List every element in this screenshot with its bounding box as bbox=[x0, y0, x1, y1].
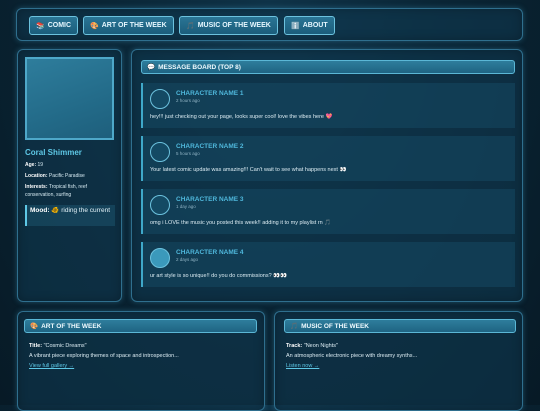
profile-sidebar: Coral Shimmer Age: 19 Location: Pacific … bbox=[17, 49, 122, 302]
art-piece-title: Title: "Cosmic Dreams" bbox=[29, 343, 87, 349]
profile-interests: Interests: Tropical fish, reef conservat… bbox=[25, 183, 117, 199]
mood-label: Mood: bbox=[30, 207, 50, 214]
commenter-name[interactable]: CHARACTER NAME 2 bbox=[176, 143, 244, 150]
profile-age: Age: 19 bbox=[25, 161, 117, 169]
commenter-name[interactable]: CHARACTER NAME 4 bbox=[176, 249, 244, 256]
nav-comic-button[interactable]: 📚 COMIC bbox=[29, 16, 79, 35]
mood-value: riding the current bbox=[61, 207, 110, 214]
music-note-icon: 🎵 bbox=[186, 22, 195, 30]
message-board-title: MESSAGE BOARD (TOP 8) bbox=[158, 63, 241, 71]
age-value: 19 bbox=[37, 162, 44, 168]
art-description: A vibrant piece exploring themes of spac… bbox=[29, 353, 179, 359]
view-gallery-link[interactable]: View full gallery → bbox=[29, 363, 74, 369]
commenter-name[interactable]: CHARACTER NAME 1 bbox=[176, 90, 244, 97]
nav-comic-label: COMIC bbox=[47, 22, 72, 29]
profile-location: Location: Pacific Paradise bbox=[25, 172, 117, 180]
music-note-icon: 🎵 bbox=[290, 323, 299, 330]
nav-music-button[interactable]: 🎵 MUSIC OF THE WEEK bbox=[179, 16, 278, 35]
location-value: Pacific Paradise bbox=[48, 173, 85, 179]
message-post: CHARACTER NAME 3 1 day ago omg i LOVE th… bbox=[141, 189, 515, 234]
message-post: CHARACTER NAME 4 2 days ago ur art style… bbox=[141, 242, 515, 287]
age-label: Age: bbox=[25, 162, 37, 168]
palette-icon: 🎨 bbox=[90, 22, 99, 30]
post-text: Your latest comic update was amazing!!! … bbox=[150, 167, 347, 173]
books-icon: 📚 bbox=[36, 22, 45, 30]
post-time: 5 hours ago bbox=[176, 151, 200, 156]
nav-bar: 📚 COMIC 🎨 ART OF THE WEEK 🎵 MUSIC OF THE… bbox=[16, 8, 523, 41]
info-icon: ℹ️ bbox=[291, 22, 300, 30]
nav-music-label: MUSIC OF THE WEEK bbox=[197, 22, 271, 29]
commenter-name[interactable]: CHARACTER NAME 3 bbox=[176, 196, 244, 203]
music-of-the-week-panel: 🎵 MUSIC OF THE WEEK Track: "Neon Nights"… bbox=[274, 311, 523, 411]
art-title-label: Title: bbox=[29, 343, 43, 349]
nav-about-button[interactable]: ℹ️ ABOUT bbox=[284, 16, 335, 35]
nav-art-label: ART OF THE WEEK bbox=[101, 22, 167, 29]
music-header: 🎵 MUSIC OF THE WEEK bbox=[284, 319, 516, 333]
track-value: "Neon Nights" bbox=[303, 343, 338, 349]
commenter-avatar[interactable] bbox=[150, 142, 170, 162]
commenter-avatar[interactable] bbox=[150, 195, 170, 215]
nav-art-button[interactable]: 🎨 ART OF THE WEEK bbox=[83, 16, 174, 35]
message-post: CHARACTER NAME 1 2 hours ago hey!!! just… bbox=[141, 83, 515, 128]
music-title: MUSIC OF THE WEEK bbox=[301, 322, 369, 330]
art-title-value: "Cosmic Dreams" bbox=[43, 343, 87, 349]
listen-now-link[interactable]: Listen now → bbox=[286, 363, 319, 369]
commenter-avatar[interactable] bbox=[150, 248, 170, 268]
post-text: ur art style is so unique!! do you do co… bbox=[150, 273, 287, 279]
profile-avatar bbox=[25, 57, 114, 140]
palette-icon: 🎨 bbox=[30, 323, 39, 330]
nav-about-label: ABOUT bbox=[302, 22, 328, 29]
art-of-the-week-panel: 🎨 ART OF THE WEEK Title: "Cosmic Dreams"… bbox=[17, 311, 265, 411]
post-time: 2 hours ago bbox=[176, 98, 200, 103]
speech-bubble-icon: 💬 bbox=[147, 64, 156, 71]
music-track: Track: "Neon Nights" bbox=[286, 343, 338, 349]
post-time: 1 day ago bbox=[176, 204, 196, 209]
profile-name: Coral Shimmer bbox=[25, 148, 82, 157]
message-post: CHARACTER NAME 2 5 hours ago Your latest… bbox=[141, 136, 515, 181]
art-header: 🎨 ART OF THE WEEK bbox=[24, 319, 257, 333]
message-board-header: 💬 MESSAGE BOARD (TOP 8) bbox=[141, 60, 515, 74]
profile-mood: Mood: 🐠 riding the current bbox=[25, 205, 115, 226]
post-time: 2 days ago bbox=[176, 257, 199, 262]
post-text: omg i LOVE the music you posted this wee… bbox=[150, 220, 332, 226]
message-board: 💬 MESSAGE BOARD (TOP 8) CHARACTER NAME 1… bbox=[131, 49, 523, 302]
art-title: ART OF THE WEEK bbox=[41, 322, 102, 330]
fish-icon: 🐠 bbox=[51, 207, 60, 214]
track-label: Track: bbox=[286, 343, 303, 349]
post-text: hey!!! just checking out your page, look… bbox=[150, 114, 333, 120]
interests-label: Interests: bbox=[25, 184, 48, 190]
commenter-avatar[interactable] bbox=[150, 89, 170, 109]
music-description: An atmospheric electronic piece with dre… bbox=[286, 353, 418, 359]
location-label: Location: bbox=[25, 173, 48, 179]
